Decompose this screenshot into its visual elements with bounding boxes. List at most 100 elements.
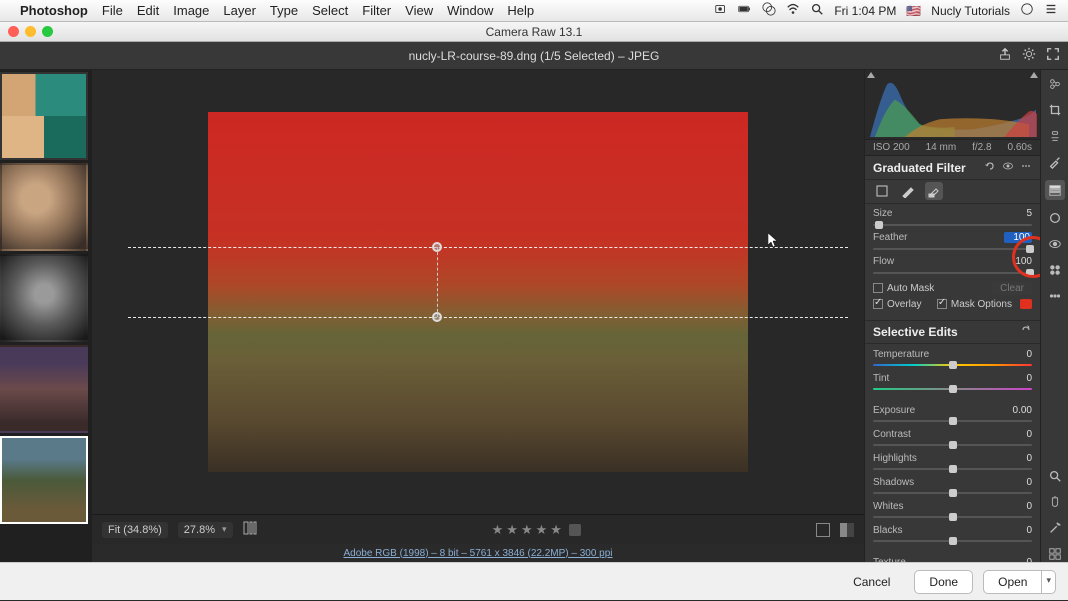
thumb-1[interactable] — [0, 72, 88, 160]
open-dropdown-button[interactable]: ▾ — [1042, 570, 1056, 594]
cancel-button[interactable]: Cancel — [839, 571, 904, 593]
slider-value-3[interactable]: 0 — [1004, 429, 1032, 440]
slider-5[interactable] — [873, 488, 1032, 498]
settings-gear-icon[interactable] — [1022, 47, 1036, 64]
flow-value[interactable]: 100 — [1004, 256, 1032, 267]
wifi-icon[interactable] — [786, 2, 800, 19]
presets-icon[interactable] — [1047, 262, 1063, 278]
menubar-image[interactable]: Image — [173, 3, 209, 18]
more-icon[interactable] — [1047, 288, 1063, 304]
slider-2[interactable] — [873, 416, 1032, 426]
auto-tool-icon[interactable] — [1047, 520, 1063, 536]
spotlight-icon[interactable] — [810, 2, 824, 19]
more-options-icon[interactable] — [1014, 160, 1032, 175]
menubar-file[interactable]: File — [102, 3, 123, 18]
flow-slider[interactable] — [873, 268, 1032, 278]
flag-icon[interactable]: 🇺🇸 — [906, 4, 921, 18]
edit-tool-icon[interactable] — [1047, 76, 1063, 92]
slider-value-0[interactable]: 0 — [1004, 349, 1032, 360]
slider-4[interactable] — [873, 464, 1032, 474]
slider-value-5[interactable]: 0 — [1004, 477, 1032, 488]
slider-value-6[interactable]: 0 — [1004, 501, 1032, 512]
auto-mask-checkbox[interactable] — [873, 283, 883, 293]
star-1-icon[interactable]: ★ — [492, 522, 504, 538]
menubar-help[interactable]: Help — [507, 3, 534, 18]
done-button[interactable]: Done — [914, 570, 973, 594]
mask-options-checkbox[interactable] — [937, 299, 947, 309]
feather-value[interactable]: 100 — [1004, 232, 1032, 243]
fullscreen-icon[interactable] — [1046, 47, 1060, 64]
star-2-icon[interactable]: ★ — [506, 522, 518, 538]
gradient-top-line[interactable] — [128, 247, 848, 248]
menubar-filter[interactable]: Filter — [362, 3, 391, 18]
menubar-select[interactable]: Select — [312, 3, 348, 18]
minimize-window-button[interactable] — [25, 26, 36, 37]
open-button[interactable]: Open — [983, 570, 1042, 594]
share-icon[interactable] — [998, 47, 1012, 64]
grid-icon[interactable] — [243, 521, 257, 538]
slider-7[interactable] — [873, 536, 1032, 546]
gradient-pin-bottom[interactable] — [432, 312, 442, 322]
recording-icon[interactable] — [714, 2, 728, 19]
thumb-4[interactable] — [0, 345, 88, 433]
menubar-layer[interactable]: Layer — [223, 3, 256, 18]
slider-1[interactable] — [873, 384, 1032, 394]
gradient-bottom-line[interactable] — [128, 317, 848, 318]
overlay-checkbox[interactable] — [873, 299, 883, 309]
clear-button[interactable]: Clear — [992, 282, 1032, 295]
size-value[interactable]: 5 — [1004, 208, 1032, 219]
histogram[interactable] — [865, 70, 1040, 140]
hand-tool-icon[interactable] — [1047, 494, 1063, 510]
crop-tool-icon[interactable] — [1047, 102, 1063, 118]
slider-value-1[interactable]: 0 — [1004, 373, 1032, 384]
star-4-icon[interactable]: ★ — [536, 522, 548, 538]
menubar-type[interactable]: Type — [270, 3, 298, 18]
notifications-icon[interactable] — [1044, 2, 1058, 19]
mask-color-swatch[interactable] — [1020, 299, 1032, 309]
cc-icon[interactable] — [762, 2, 776, 19]
grid-view-icon[interactable] — [1047, 546, 1063, 562]
zoom-window-button[interactable] — [42, 26, 53, 37]
shadow-clip-icon[interactable] — [867, 72, 875, 78]
eye-tool-icon[interactable] — [1047, 236, 1063, 252]
new-mask-icon[interactable] — [873, 182, 891, 200]
slider-0[interactable] — [873, 360, 1032, 370]
color-label-icon[interactable] — [569, 524, 581, 536]
brush-erase-icon[interactable] — [925, 182, 943, 200]
battery-icon[interactable] — [738, 2, 752, 19]
zoom-percent-dropdown[interactable]: 27.8% — [178, 522, 233, 538]
slider-value-2[interactable]: 0.00 — [1004, 405, 1032, 416]
before-after-icon[interactable] — [840, 523, 854, 537]
slider-value-4[interactable]: 0 — [1004, 453, 1032, 464]
siri-icon[interactable] — [1020, 2, 1034, 19]
gradient-pin-top[interactable] — [432, 242, 442, 252]
menubar-edit[interactable]: Edit — [137, 3, 159, 18]
thumb-3[interactable] — [0, 254, 88, 342]
menubar-app[interactable]: Photoshop — [20, 3, 88, 18]
brush-add-icon[interactable] — [899, 182, 917, 200]
thumb-5-selected[interactable] — [0, 436, 88, 524]
undo-icon[interactable] — [978, 160, 996, 175]
close-window-button[interactable] — [8, 26, 19, 37]
star-3-icon[interactable]: ★ — [521, 522, 533, 538]
feather-slider[interactable] — [873, 244, 1032, 254]
menubar-clock[interactable]: Fri 1:04 PM — [834, 4, 896, 18]
radial-filter-tool-icon[interactable] — [1047, 210, 1063, 226]
graduated-filter-tool-icon[interactable] — [1045, 180, 1065, 200]
size-slider[interactable] — [873, 220, 1032, 230]
menubar-view[interactable]: View — [405, 3, 433, 18]
zoom-tool-icon[interactable] — [1047, 468, 1063, 484]
workflow-options-link[interactable]: Adobe RGB (1998) – 8 bit – 5761 x 3846 (… — [343, 548, 612, 559]
slider-value-7[interactable]: 0 — [1004, 525, 1032, 536]
menubar-window[interactable]: Window — [447, 3, 493, 18]
heal-tool-icon[interactable] — [1047, 128, 1063, 144]
zoom-fit-button[interactable]: Fit (34.8%) — [102, 522, 168, 538]
reset-icon[interactable] — [1014, 324, 1032, 339]
single-view-icon[interactable] — [816, 523, 830, 537]
menubar-user[interactable]: Nucly Tutorials — [931, 4, 1010, 18]
star-5-icon[interactable]: ★ — [550, 522, 562, 538]
visibility-eye-icon[interactable] — [996, 160, 1014, 175]
slider-6[interactable] — [873, 512, 1032, 522]
slider-3[interactable] — [873, 440, 1032, 450]
thumb-2[interactable] — [0, 163, 88, 251]
